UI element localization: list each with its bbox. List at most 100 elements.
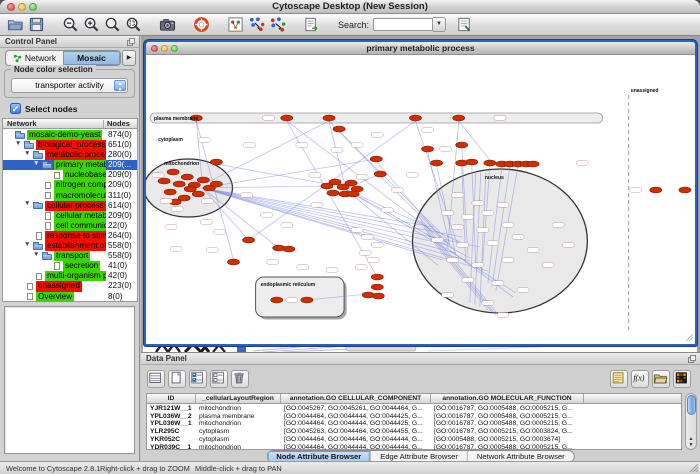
zoom-selected-button[interactable]	[123, 15, 144, 35]
network-view-frame[interactable]: primary metabolic process plasma membran…	[144, 40, 697, 346]
tree-row[interactable]: cellular metabol209(0)	[3, 211, 137, 221]
graph-node	[333, 126, 345, 132]
network-manager-button[interactable]	[225, 15, 246, 35]
tree-expander-icon[interactable]: ▼	[24, 199, 30, 209]
snapshot-button[interactable]	[157, 15, 178, 35]
table-column-header[interactable]: ID	[147, 394, 196, 404]
tree-row[interactable]: mosaic-demo-yeast874(0)	[3, 130, 137, 140]
attribute-matrix-button[interactable]	[673, 370, 691, 388]
tree-row[interactable]: multi-organism pro42(0)	[3, 271, 137, 281]
frame-resize-grip[interactable]	[684, 332, 694, 342]
tree-row-node-count: 209(0)	[108, 211, 132, 221]
tree-expander-icon[interactable]: ▼	[15, 139, 21, 149]
zoom-out-button[interactable]	[60, 15, 81, 35]
node-color-dropdown[interactable]: transporter activity ▲▼	[11, 78, 128, 93]
import-attributes-button[interactable]	[454, 15, 475, 35]
tree-row[interactable]: nitrogen compo209(0)	[3, 180, 137, 190]
table-scrollbar[interactable]: ▲▼	[685, 393, 697, 450]
table-cell[interactable]: [GO:0005488, GO:0005215, GO:0003674]	[431, 436, 584, 444]
table-cell[interactable]: [GO:0044464, GO:0044444, GO:0044425, G..…	[281, 420, 431, 428]
graph-node-label	[391, 188, 403, 192]
table-cell[interactable]: YJR121W__1	[147, 405, 196, 413]
table-cell[interactable]: YPL036W__2	[147, 413, 196, 421]
tree-expander-icon[interactable]: ▼	[24, 240, 30, 250]
tree-row[interactable]: ▼metabolic process280(0)	[3, 150, 137, 160]
network-canvas[interactable]: plasma membranecytoplasmmitochondrionnuc…	[146, 55, 695, 343]
table-cell[interactable]: [GO:0044464, GO:0044446, GO:0044444, G..…	[281, 436, 431, 444]
layout-edges-button[interactable]	[267, 15, 288, 35]
tree-expander-icon[interactable]: ▼	[33, 250, 39, 260]
network-view-titlebar[interactable]: primary metabolic process	[146, 42, 695, 55]
tree-row[interactable]: unassigned223(0)	[3, 281, 137, 291]
more-tabs-button[interactable]: ▶	[122, 50, 136, 66]
table-cell[interactable]: mitochondrion	[196, 405, 281, 413]
tree-row[interactable]: Overview8(0)	[3, 292, 137, 302]
table-cell[interactable]: [GO:0016787, GO:0005215, GO:0003824, G..…	[431, 428, 584, 436]
layout-nodes-button[interactable]	[246, 15, 267, 35]
tab-network[interactable]: Network	[6, 51, 63, 65]
graph-node-label	[309, 173, 321, 177]
tree-row[interactable]: ▼transport558(0)	[3, 251, 137, 261]
tree-row[interactable]: cell communicat22(0)	[3, 221, 137, 231]
help-button[interactable]	[191, 15, 212, 35]
formula-button[interactable]: f(x)	[631, 370, 649, 388]
table-cell[interactable]: plasma membrane	[196, 413, 281, 421]
birds-eye-view[interactable]	[4, 306, 135, 454]
float-panel-icon[interactable]	[126, 37, 136, 47]
tree-expander-icon[interactable]: ▼	[24, 149, 30, 159]
zoom-in-button[interactable]	[81, 15, 102, 35]
table-cell[interactable]: [GO:0016787, GO:0005488, GO:0005215, G..…	[431, 405, 584, 413]
attribute-table-header[interactable]: ID_cellularLayoutRegionannotation.GO CEL…	[147, 394, 681, 404]
export-document-button[interactable]	[301, 15, 322, 35]
tree-row[interactable]: secretion41(0)	[3, 261, 137, 271]
document-icon	[54, 172, 60, 180]
tree-row[interactable]: ▼establishment of lo558(0)	[3, 241, 137, 251]
table-column-header[interactable]: _cellularLayoutRegion	[196, 394, 281, 404]
document-icon	[27, 283, 33, 291]
table-column-header[interactable]: annotation.GO CELLULAR_COMPONENT	[281, 394, 431, 404]
float-panel-icon[interactable]	[687, 354, 697, 364]
tree-row[interactable]: nucleobase-c209(0)	[3, 170, 137, 180]
search-input[interactable]	[373, 18, 433, 31]
data-panel-header: Data Panel	[141, 353, 700, 365]
window-resize-grip[interactable]	[688, 462, 699, 473]
table-cell[interactable]: [GO:0045267, GO:0045261, GO:0044464, G..…	[281, 405, 431, 413]
table-cell[interactable]: mitochondrion	[196, 444, 281, 452]
attribute-editor-button[interactable]	[147, 370, 165, 388]
table-cell[interactable]: cytoplasm	[196, 436, 281, 444]
graph-node	[181, 174, 193, 180]
table-cell[interactable]: YDR039C__1	[147, 444, 196, 452]
unselect-attributes-button[interactable]	[210, 370, 228, 388]
zoom-fit-button[interactable]	[102, 15, 123, 35]
graph-node-label	[477, 228, 489, 232]
notepad-button[interactable]	[610, 370, 628, 388]
table-cell[interactable]: [GO:0016787, GO:0005488, GO:0005215, G..…	[431, 420, 584, 428]
tree-row-node-count: 209(0)	[108, 170, 132, 180]
table-cell[interactable]: YKR052C	[147, 436, 196, 444]
table-column-header[interactable]: annotation.GO MOLECULAR_FUNCTION	[431, 394, 584, 404]
table-cell[interactable]: mitochondrion	[196, 420, 281, 428]
table-cell[interactable]: cytoplasm	[196, 428, 281, 436]
save-button[interactable]	[26, 15, 47, 35]
tree-row[interactable]: ▼primary metabol209(...	[3, 160, 137, 170]
table-cell[interactable]: YLR295C	[147, 428, 196, 436]
create-attribute-button[interactable]	[168, 370, 186, 388]
search-dropdown-arrow[interactable]: ▼	[433, 17, 446, 32]
graph-node-label	[152, 173, 164, 177]
select-attributes-button[interactable]	[189, 370, 207, 388]
select-nodes-checkbox[interactable]: ✓	[10, 103, 21, 114]
table-cell[interactable]: [GO:0045263, GO:0044464, GO:0044455, G..…	[281, 428, 431, 436]
tab-mosaic[interactable]: Mosaic	[63, 51, 120, 65]
table-cell[interactable]: [GO:0016787, GO:0005488, GO:0005215, G..…	[431, 413, 584, 421]
network-tree-header[interactable]: Network Nodes	[3, 119, 137, 129]
open-file-button[interactable]	[5, 15, 26, 35]
table-cell[interactable]: [GO:0044464, GO:0044444, GO:0044425, G..…	[281, 413, 431, 421]
delete-attribute-button[interactable]	[231, 370, 249, 388]
scrollbar-thumb[interactable]	[687, 395, 696, 415]
tree-row[interactable]: ▼cellular process614(0)	[3, 201, 137, 211]
window-titlebar[interactable]: Cytoscape Desktop (New Session)	[0, 0, 700, 14]
tree-expander-icon[interactable]: ▼	[33, 159, 39, 169]
import-attribute-file-button[interactable]	[652, 370, 670, 388]
scrollbar-arrows[interactable]: ▲▼	[686, 436, 696, 448]
table-cell[interactable]: YPL036W__1	[147, 420, 196, 428]
